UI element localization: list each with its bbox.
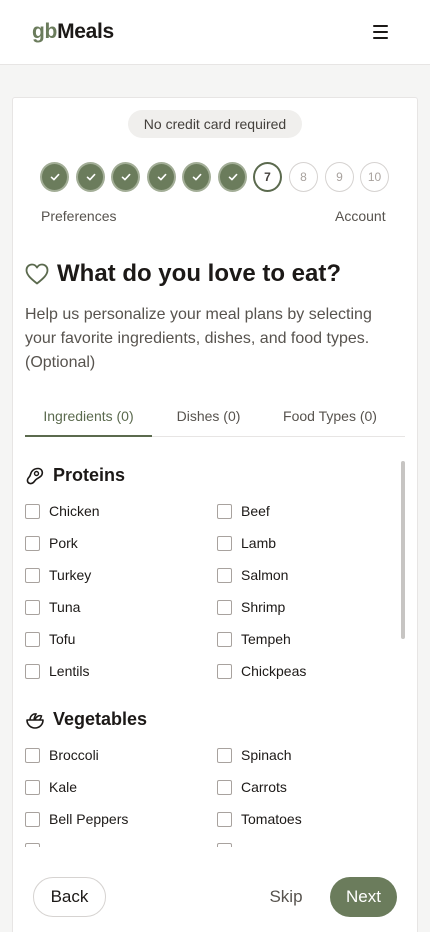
step-upcoming: 8 <box>289 162 318 192</box>
step-completed <box>218 162 247 192</box>
logo-prefix: gb <box>32 20 58 43</box>
step-completed <box>111 162 140 192</box>
checkbox-label: Shrimp <box>241 599 286 615</box>
checkbox-label: Turkey <box>49 567 92 583</box>
list-scrollbar[interactable] <box>401 461 405 639</box>
check-icon <box>228 173 237 181</box>
checkbox[interactable] <box>25 811 40 827</box>
checkbox-carrots[interactable]: Carrots <box>217 779 287 795</box>
check-icon <box>121 173 130 181</box>
checkbox-label: Carrots <box>241 779 287 795</box>
section-title: Proteins <box>53 465 126 485</box>
checkbox[interactable] <box>217 811 232 827</box>
checkbox[interactable] <box>217 503 232 519</box>
salad-bowl-icon <box>26 712 44 729</box>
stepper-end-label: Account <box>335 208 386 224</box>
stepper-start-label: Preferences <box>41 208 117 224</box>
checkbox[interactable] <box>25 535 40 551</box>
checkbox-pork[interactable]: Pork <box>25 535 78 551</box>
checkbox-label: Tomatoes <box>241 811 302 827</box>
checkbox-chicken[interactable]: Chicken <box>25 503 100 519</box>
check-icon <box>50 173 59 181</box>
step-upcoming: 9 <box>325 162 354 192</box>
checkbox[interactable] <box>217 535 232 551</box>
checkbox-beef[interactable]: Beef <box>217 503 270 519</box>
logo-suffix: Meals <box>57 20 114 43</box>
page-title: What do you love to eat? <box>57 260 342 287</box>
checkbox-spinach[interactable]: Spinach <box>217 747 292 763</box>
checkbox[interactable] <box>25 503 40 519</box>
checkbox-label: Spinach <box>241 747 292 763</box>
checkbox-label: Lamb <box>241 535 277 551</box>
next-button[interactable]: Next <box>330 877 397 917</box>
step-completed <box>182 162 211 192</box>
skip-button[interactable]: Skip <box>262 877 310 917</box>
hamburger-icon[interactable] <box>366 20 394 44</box>
checkbox-label: Pork <box>49 535 78 551</box>
step-upcoming: 10 <box>360 162 389 192</box>
check-icon <box>157 173 166 181</box>
checkbox-label: Salmon <box>241 567 289 583</box>
check-icon <box>86 173 95 181</box>
checkbox[interactable] <box>25 747 40 763</box>
tab-ingredients[interactable]: Ingredients (0) <box>25 400 152 437</box>
checkbox-label: Chickpeas <box>241 663 307 679</box>
checkbox-tomatoes[interactable]: Tomatoes <box>217 811 302 827</box>
meat-icon <box>26 467 44 484</box>
top-bar: gbMeals <box>0 0 430 65</box>
checkbox-lentils[interactable]: Lentils <box>25 663 89 679</box>
section-vegetables: Vegetables <box>25 709 147 730</box>
checkbox[interactable] <box>217 599 232 615</box>
checkbox-tuna[interactable]: Tuna <box>25 599 80 615</box>
ingredients-list[interactable]: Proteins Chicken Beef Pork Lamb Turkey S… <box>0 455 430 847</box>
checkbox-label: Kale <box>49 779 78 795</box>
checkbox-shrimp[interactable]: Shrimp <box>217 599 285 615</box>
page-description: Help us personalize your meal plans by s… <box>25 306 372 371</box>
checkbox-label: Tuna <box>49 599 81 615</box>
step-completed <box>76 162 105 192</box>
checkbox-label: Tofu <box>49 631 76 647</box>
check-icon <box>192 173 201 181</box>
category-tabs: Ingredients (0) Dishes (0) Food Types (0… <box>25 400 405 437</box>
no-credit-card-badge: No credit card required <box>128 110 302 138</box>
checkbox-salmon[interactable]: Salmon <box>217 567 288 583</box>
checkbox-turkey[interactable]: Turkey <box>25 567 91 583</box>
checkbox-chickpeas[interactable]: Chickpeas <box>217 663 306 679</box>
tab-food-types[interactable]: Food Types (0) <box>265 400 395 436</box>
checkbox[interactable] <box>217 663 232 679</box>
checkbox[interactable] <box>217 779 232 795</box>
checkbox-bell-peppers[interactable]: Bell Peppers <box>25 811 128 827</box>
checkbox-label: Bell Peppers <box>49 811 129 827</box>
heart-icon <box>25 263 49 285</box>
checkbox-lamb[interactable]: Lamb <box>217 535 276 551</box>
section-title: Vegetables <box>53 709 148 729</box>
checkbox-tempeh[interactable]: Tempeh <box>217 631 291 647</box>
checkbox[interactable] <box>25 663 40 679</box>
checkbox-label: Broccoli <box>49 747 99 763</box>
step-completed <box>147 162 176 192</box>
checkbox[interactable] <box>217 631 232 647</box>
checkbox-kale[interactable]: Kale <box>25 779 77 795</box>
checkbox[interactable] <box>25 599 40 615</box>
checkbox-label: Chicken <box>49 503 100 519</box>
checkbox-tofu[interactable]: Tofu <box>25 631 75 647</box>
checkbox[interactable] <box>25 567 40 583</box>
checkbox-broccoli[interactable]: Broccoli <box>25 747 99 763</box>
back-button[interactable]: Back <box>33 877 106 917</box>
logo[interactable]: gbMeals <box>32 20 114 44</box>
checkbox[interactable] <box>217 747 232 763</box>
tab-dishes[interactable]: Dishes (0) <box>152 400 265 436</box>
step-current: 7 <box>253 162 282 192</box>
checkbox[interactable] <box>25 631 40 647</box>
section-proteins: Proteins <box>25 465 125 486</box>
checkbox[interactable] <box>25 779 40 795</box>
checkbox-label: Tempeh <box>241 631 291 647</box>
checkbox[interactable] <box>217 567 232 583</box>
step-completed <box>40 162 69 192</box>
checkbox-label: Lentils <box>49 663 90 679</box>
checkbox-label: Beef <box>241 503 270 519</box>
